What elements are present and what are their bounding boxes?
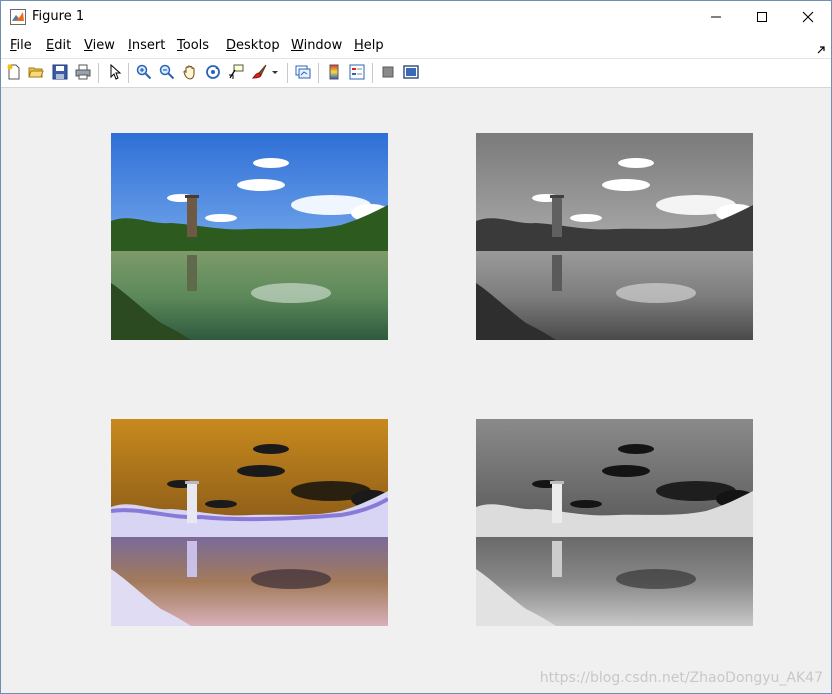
toolbar-separator xyxy=(318,63,319,83)
brush-dropdown-icon[interactable] xyxy=(270,63,280,81)
hide-plot-tools-icon[interactable] xyxy=(379,63,397,81)
legend-icon[interactable] xyxy=(348,63,366,81)
link-plot-icon[interactable] xyxy=(294,63,312,81)
maximize-button[interactable] xyxy=(739,1,785,33)
menu-file[interactable]: File xyxy=(10,38,32,53)
save-icon[interactable] xyxy=(51,63,69,81)
open-file-icon[interactable] xyxy=(27,63,45,81)
menu-window[interactable]: Window xyxy=(291,38,342,53)
zoom-out-icon[interactable] xyxy=(158,63,176,81)
menu-bar: File Edit View Insert Tools Desktop Wind… xyxy=(1,33,831,59)
inverted-color-image[interactable] xyxy=(111,419,388,626)
zoom-in-icon[interactable] xyxy=(135,63,153,81)
rotate-3d-icon[interactable] xyxy=(204,63,222,81)
close-icon xyxy=(802,11,814,23)
minimize-button[interactable] xyxy=(693,1,739,33)
new-figure-icon[interactable] xyxy=(5,63,23,81)
menu-edit[interactable]: Edit xyxy=(46,38,71,53)
toolbar-separator xyxy=(128,63,129,83)
pan-hand-icon[interactable] xyxy=(181,63,199,81)
brush-icon[interactable] xyxy=(251,63,269,81)
menu-tools[interactable]: Tools xyxy=(177,38,209,53)
toolbar-separator xyxy=(372,63,373,83)
figure-window: Figure 1 File Edit View Insert Tools Des… xyxy=(0,0,832,694)
undock-arrow-icon[interactable] xyxy=(816,40,826,54)
close-button[interactable] xyxy=(785,1,831,33)
edit-plot-arrow-icon[interactable] xyxy=(106,63,124,81)
data-cursor-icon[interactable] xyxy=(227,63,245,81)
window-title: Figure 1 xyxy=(32,9,85,24)
original-color-image[interactable] xyxy=(111,133,388,340)
grayscale-image[interactable] xyxy=(476,133,753,340)
figure-toolbar xyxy=(1,59,831,88)
colorbar-icon[interactable] xyxy=(325,63,343,81)
menu-insert[interactable]: Insert xyxy=(128,38,165,53)
show-plot-tools-icon[interactable] xyxy=(402,63,420,81)
menu-view[interactable]: View xyxy=(84,38,115,53)
menu-help[interactable]: Help xyxy=(354,38,384,53)
print-icon[interactable] xyxy=(74,63,92,81)
toolbar-separator xyxy=(287,63,288,83)
figure-canvas[interactable]: https://blog.csdn.net/ZhaoDongyu_AK47 xyxy=(1,88,831,693)
title-bar[interactable]: Figure 1 xyxy=(1,1,831,33)
menu-desktop[interactable]: Desktop xyxy=(226,38,280,53)
minimize-icon xyxy=(711,16,721,18)
toolbar-separator xyxy=(98,63,99,83)
matlab-logo-icon xyxy=(10,9,26,25)
maximize-icon xyxy=(757,12,767,22)
watermark-text: https://blog.csdn.net/ZhaoDongyu_AK47 xyxy=(539,670,823,686)
inverted-grayscale-image[interactable] xyxy=(476,419,753,626)
